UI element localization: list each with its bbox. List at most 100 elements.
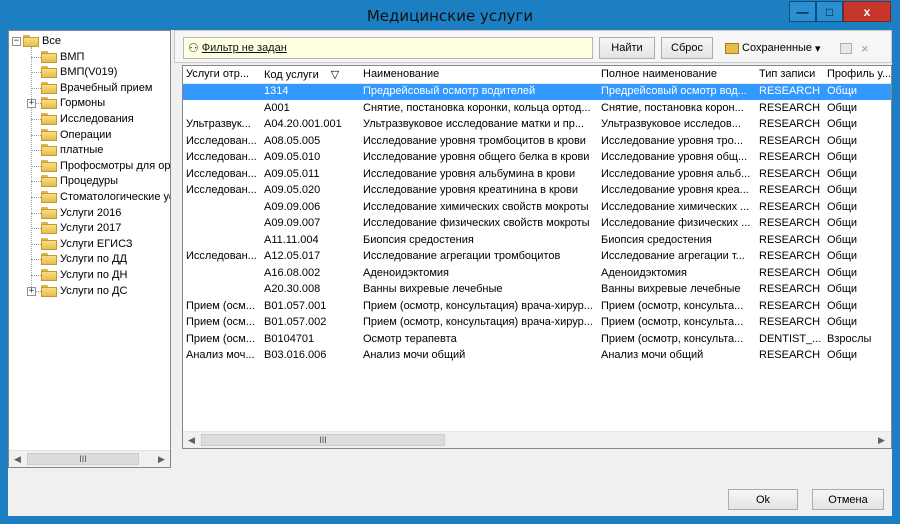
category-tree[interactable]: − Все ВМП ВМП(V019) Врачебный прием + Гормоны И… (8, 30, 171, 468)
table-row[interactable]: Анализ моч... B03.016.006 Анализ мочи общи… (183, 348, 891, 364)
tree-guide-line (31, 47, 32, 291)
table-row[interactable]: A20.30.008 Ванны вихревые лечебные Ванны в… (183, 282, 891, 298)
table-cell: RESEARCH (759, 316, 821, 328)
tree-guide-line (31, 275, 41, 276)
table-cell: B03.016.006 (264, 349, 327, 361)
table-row[interactable]: A001 Снятие, постановка коронки, кольца о… (183, 101, 891, 117)
column-header-profile[interactable]: Профиль у... (827, 68, 891, 80)
tree-node[interactable]: Услуги 2017 (41, 220, 121, 236)
table-cell: Предрейсовый осмотр вод... (601, 85, 747, 97)
scroll-left-arrow-icon[interactable]: ◀ (183, 432, 200, 448)
tree-node[interactable]: Услуги по ДД (41, 251, 127, 267)
table-cell: Прием (осмотр, консультация) врача-хирур… (363, 316, 593, 328)
table-cell: Аденоидэктомия (363, 266, 449, 279)
table-cell: Общи (827, 151, 858, 163)
column-header-code[interactable]: Код услуги ▽ (264, 68, 360, 81)
reset-button[interactable]: Сброс (661, 37, 713, 59)
table-cell: Исследование уровня общ... (601, 151, 748, 163)
table-row[interactable]: A09.09.007 Исследование физических свойст… (183, 216, 891, 232)
table-cell: RESEARCH (759, 184, 821, 196)
table-cell: Исследован... (186, 134, 257, 147)
tree-node-label: Все (42, 35, 61, 47)
tree-node[interactable]: Исследования (41, 111, 134, 127)
tree-node[interactable]: ВМП(V019) (41, 64, 117, 80)
tree-node[interactable]: ВМП (41, 49, 84, 65)
folder-icon (41, 191, 57, 203)
services-grid[interactable]: Услуги отр... Код услуги ▽ Наименование П… (182, 65, 892, 449)
tree-node[interactable]: Операции (41, 127, 111, 143)
tree-node[interactable]: Процедуры (41, 173, 118, 189)
column-header-fullname[interactable]: Полное наименование (601, 68, 756, 80)
tree-node[interactable]: Услуги ЕГИСЗ (41, 236, 133, 252)
tree-node[interactable]: Профосмотры для орг (41, 158, 170, 174)
tree-guide-line (31, 119, 41, 120)
save-filter-icon (840, 42, 852, 54)
table-row[interactable]: 1314 Предрейсовый осмотр водителей Предрей… (183, 84, 891, 100)
table-cell: Исследование физических ... (601, 217, 751, 229)
table-row[interactable]: Исследован... A09.05.010 Исследование уров… (183, 150, 891, 166)
scroll-right-arrow-icon[interactable]: ▶ (153, 451, 170, 467)
tree-guide-line (31, 243, 41, 245)
saved-filters-dropdown[interactable]: Сохраненные ▾ (725, 37, 821, 59)
tree-node[interactable]: Врачебный прием (41, 80, 152, 96)
tree-expand-toggle[interactable]: + (27, 286, 36, 296)
tree-node-label: Профосмотры для орг (60, 159, 170, 172)
tree-node[interactable]: Стоматологические ус (41, 189, 170, 205)
maximize-button[interactable]: □ (816, 1, 843, 22)
tree-node-root[interactable]: Все (23, 33, 61, 49)
table-row[interactable]: Исследован... A09.05.020 Исследование уров… (183, 183, 891, 199)
table-cell: Анализ моч... (186, 349, 255, 361)
tree-collapse-toggle[interactable]: − (12, 37, 21, 46)
cancel-button[interactable]: Отмена (812, 489, 884, 510)
tree-node[interactable]: Гормоны (41, 95, 105, 111)
folder-open-icon (23, 35, 39, 47)
table-cell: Исследование химических свойств мокроты (363, 200, 589, 213)
grid-scroll-thumb[interactable]: III (201, 434, 445, 446)
table-row[interactable]: Исследован... A09.05.011 Исследование уров… (183, 167, 891, 183)
table-row[interactable]: Прием (осм... B0104701 Осмотр терапевта При… (183, 332, 891, 348)
folder-icon (41, 97, 57, 110)
folder-icon (41, 128, 57, 141)
table-cell: Исследование уровня общего белка в крови (363, 151, 590, 163)
table-row[interactable]: A09.09.006 Исследование химических свойст… (183, 200, 891, 216)
tree-node[interactable]: Услуги по ДС (41, 283, 127, 299)
close-button[interactable]: x (843, 1, 891, 22)
save-filter-button[interactable] (840, 37, 852, 59)
tree-node[interactable]: платные (41, 142, 103, 158)
table-cell: A09.05.010 (264, 151, 321, 163)
tree-expand-toggle[interactable]: + (27, 99, 36, 109)
filter-link[interactable]: Фильтр не задан (202, 42, 287, 54)
table-cell: Прием (осм... (186, 316, 255, 328)
ok-button[interactable]: Ok (728, 489, 798, 510)
table-row[interactable]: Исследован... A12.05.017 Исследование агре… (183, 249, 891, 265)
grid-horizontal-scrollbar[interactable]: ◀ III ▶ (183, 431, 891, 448)
table-row[interactable]: Ультразвук... A04.20.001.001 Ультразвуково… (183, 117, 891, 133)
tree-node[interactable]: Услуги по ДН (41, 267, 127, 283)
tree-guide-line (31, 72, 41, 74)
minimize-button[interactable]: — (789, 1, 816, 22)
scroll-left-arrow-icon[interactable]: ◀ (9, 451, 26, 467)
tree-node[interactable]: Услуги 2016 (41, 205, 121, 221)
tree-scroll-thumb[interactable]: III (27, 453, 139, 465)
clear-filter-button[interactable]: × (861, 37, 869, 59)
column-header-otr[interactable]: Услуги отр... (186, 68, 264, 80)
folder-icon (41, 175, 57, 188)
table-cell: DENTIST_... (759, 332, 822, 345)
tree-guide-line (31, 212, 41, 214)
table-row[interactable]: A16.08.002 Аденоидэктомия Аденоидэктомия RE… (183, 266, 891, 282)
title-bar[interactable]: Медицинские услуги — □ x (0, 0, 900, 30)
scroll-right-arrow-icon[interactable]: ▶ (873, 432, 890, 448)
find-button[interactable]: Найти (599, 37, 655, 59)
table-cell: Общи (827, 200, 858, 213)
table-row[interactable]: Прием (осм... B01.057.002 Прием (осмотр, к… (183, 315, 891, 331)
tree-horizontal-scrollbar[interactable]: ◀ III ▶ (9, 450, 170, 467)
table-row[interactable]: A11.11.004 Биопсия средостения Биопсия сре… (183, 233, 891, 249)
table-row[interactable]: Исследован... A08.05.005 Исследование уров… (183, 134, 891, 150)
folder-icon (41, 206, 57, 219)
filter-bar[interactable]: ⚇ Фильтр не задан (183, 37, 593, 59)
column-header-name[interactable]: Наименование (363, 68, 598, 80)
table-row[interactable]: Прием (осм... B01.057.001 Прием (осмотр, к… (183, 299, 891, 315)
table-cell: Анализ мочи общий (363, 349, 466, 361)
table-cell: A09.05.011 (264, 167, 320, 180)
column-header-type[interactable]: Тип записи (759, 68, 823, 80)
